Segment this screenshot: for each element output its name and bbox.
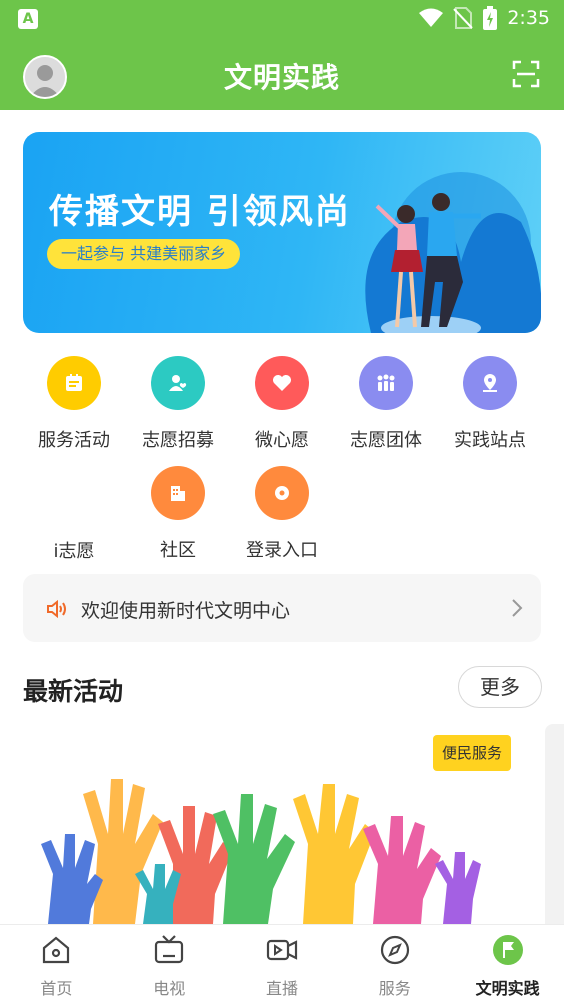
grid-label: i志愿 (53, 541, 95, 562)
more-button[interactable]: 更多 (458, 666, 542, 708)
grid-label: 社区 (160, 540, 196, 561)
category-badge: 便民服务 (433, 735, 512, 771)
grid-label: 登录入口 (246, 540, 318, 561)
grid-item-volunteer-recruit[interactable]: 志愿招募 (126, 356, 230, 452)
status-time: 2:35 (507, 7, 550, 29)
nav-item-service[interactable]: 服务 (338, 925, 451, 1003)
nav-item-home[interactable]: 首页 (0, 925, 113, 1003)
grid-item-volunteer-group[interactable]: 志愿团体 (334, 356, 438, 452)
section-title: 最新活动 (23, 677, 124, 706)
bottom-nav: 首页 电视 直播 服务 文明实践 (0, 924, 564, 1003)
grid-item-community[interactable]: 社区 (126, 466, 230, 562)
login-icon (255, 466, 309, 520)
app-notification-icon: A (18, 9, 38, 29)
heart-icon (255, 356, 309, 410)
building-icon (151, 466, 205, 520)
grid-label: 志愿团体 (350, 430, 422, 451)
chevron-right-icon (512, 599, 523, 617)
grid-item-login-entry[interactable]: 登录入口 (230, 466, 334, 562)
speaker-icon (47, 599, 66, 619)
grid-item-micro-wish[interactable]: 微心愿 (230, 356, 334, 452)
nav-label: 电视 (153, 979, 186, 998)
banner-subtitle: 一起参与 共建美丽家乡 (47, 239, 241, 269)
nav-label: 首页 (40, 979, 73, 998)
scan-icon[interactable] (512, 60, 540, 88)
wifi-icon (419, 8, 444, 27)
promo-banner[interactable]: 传播文明 引领风尚 一起参与 共建美丽家乡 (23, 132, 541, 333)
grid-label: 微心愿 (255, 430, 309, 451)
notice-bar[interactable]: 欢迎使用新时代文明中心 (23, 574, 541, 642)
grid-label: 服务活动 (38, 430, 110, 451)
battery-icon (483, 6, 498, 30)
activity-card[interactable]: 便民服务 (23, 724, 541, 924)
user-heart-icon (151, 356, 205, 410)
live-icon (266, 939, 298, 961)
nav-label: 直播 (265, 979, 298, 998)
next-activity-card-peek[interactable] (545, 724, 564, 924)
nav-label: 服务 (378, 979, 411, 998)
status-indicators: 2:35 (419, 6, 550, 30)
banner-title: 传播文明 引领风尚 (49, 192, 351, 232)
grid-item-practice-site[interactable]: 实践站点 (438, 356, 542, 452)
nav-item-tv[interactable]: 电视 (113, 925, 226, 1003)
nav-label: 文明实践 (475, 979, 540, 998)
no-sim-icon (453, 7, 474, 29)
app-header: 文明实践 (0, 36, 564, 110)
status-bar: A 2:35 (0, 0, 564, 36)
home-icon (43, 936, 70, 964)
compass-icon (380, 935, 409, 965)
page-title: 文明实践 (223, 61, 340, 94)
tv-icon (155, 935, 184, 964)
grid-item-service-activity[interactable]: 服务活动 (22, 356, 126, 452)
grid-label: 实践站点 (454, 430, 526, 451)
nav-item-live[interactable]: 直播 (226, 925, 339, 1003)
grid-item-i-volunteer[interactable]: i志愿 (22, 537, 126, 563)
notice-text: 欢迎使用新时代文明中心 (81, 600, 291, 622)
flag-icon (492, 935, 523, 965)
calendar-icon (47, 356, 101, 410)
group-icon (359, 356, 413, 410)
grid-label: 志愿招募 (142, 430, 214, 451)
location-icon (463, 356, 517, 410)
nav-item-civilization-practice[interactable]: 文明实践 (451, 925, 564, 1003)
